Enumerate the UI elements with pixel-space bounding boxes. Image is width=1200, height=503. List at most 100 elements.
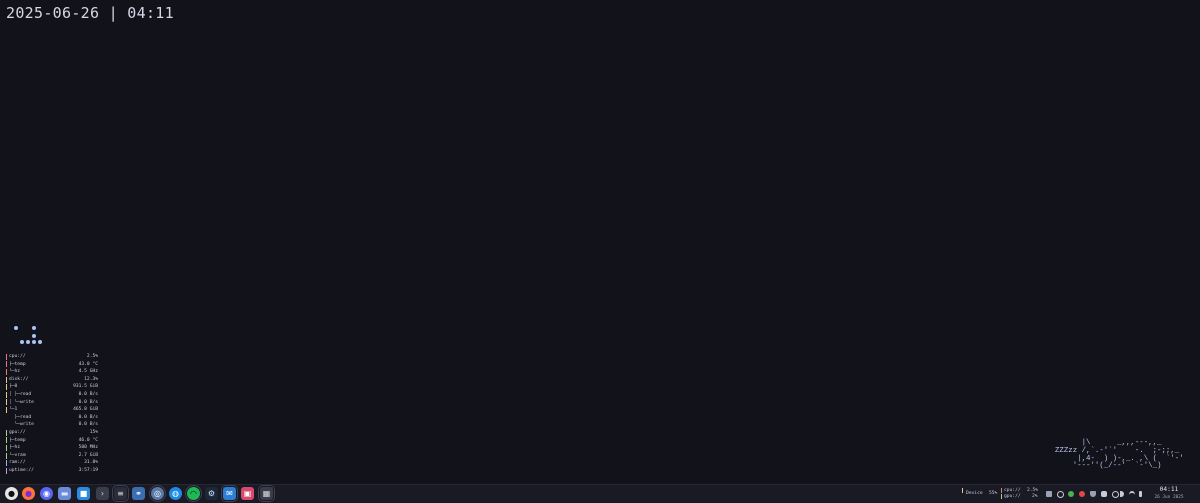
emu-icon[interactable]: ◎: [149, 485, 166, 502]
sysmon-row-bar: [6, 384, 8, 391]
sysmon-row-value: 2.7 GiB: [78, 452, 98, 458]
workspace-indicator: [14, 326, 44, 348]
sysmon-row-bar: [6, 444, 8, 451]
volume-icon[interactable]: [1120, 491, 1124, 497]
color-app-icon[interactable]: [1068, 491, 1074, 497]
system-monitor-widget: cpu:// 2.5% ├─temp 43.0 °C └─hz 4.5 GHz disk:/…: [6, 353, 98, 475]
sysmon-row-value: 0.0 B/s: [78, 422, 98, 428]
sysmon-row-label: │ └─write: [8, 399, 34, 405]
keyboard-icon[interactable]: [1046, 491, 1052, 497]
clock-icon[interactable]: [1057, 491, 1064, 498]
sysmon-row: uptime:// 3:57:19: [6, 467, 98, 475]
sysmon-row-bar: [6, 406, 8, 413]
audio-bar: [962, 488, 964, 493]
sysmon-row: └─1 465.8 GiB: [6, 406, 98, 414]
sysmon-row-bar: [6, 437, 8, 444]
tray-cpu-value: 2.5%: [1027, 488, 1039, 493]
sysmon-row-bar: [6, 422, 7, 428]
cpu-bar: [1001, 488, 1003, 493]
taskbar: ● ● ◉ ▬ ■ › ≡ ⚭ ◎ ◍ ◠ ⚙ ✉ ▣ ▦ Device 55% cpu:// 2.5% g…: [0, 484, 1200, 503]
power-icon[interactable]: [1112, 491, 1119, 498]
tray-time[interactable]: 04:11: [1149, 486, 1189, 493]
sleeping-cat-ascii: |\ _,,,---,,_ ZZZzz /,`.-'`' -. ;-;;,_ |…: [1055, 439, 1184, 471]
sysmon-row-bar: [6, 391, 8, 398]
network-icon[interactable]: ⚭: [132, 487, 145, 500]
sysmon-row-value: 0.0 B/s: [78, 399, 98, 405]
audio-device-label[interactable]: Device: [966, 491, 983, 496]
record-icon[interactable]: [1079, 491, 1085, 497]
sysmon-row: ├─temp 46.0 °C: [6, 437, 98, 445]
sysmon-row-label: cpu://: [8, 354, 26, 359]
spotify-icon[interactable]: ◠: [185, 485, 202, 502]
github-icon[interactable]: ●: [5, 487, 18, 500]
workspace-dot[interactable]: [14, 326, 18, 330]
gpu-bar: [1001, 494, 1003, 499]
sysmon-row-value: 3:57:19: [78, 467, 98, 473]
sysmon-row: ├─hz 500 MHz: [6, 444, 98, 452]
bluetooth-icon[interactable]: [1139, 491, 1142, 497]
wifi-icon[interactable]: [1129, 491, 1135, 499]
sysmon-row: ram:// 31.8%: [6, 459, 98, 467]
media-icon[interactable]: ▣: [241, 487, 254, 500]
terminal-icon[interactable]: ›: [96, 487, 109, 500]
sysmon-row: ├─read 0.0 B/s: [6, 414, 98, 422]
browser-icon[interactable]: ◍: [169, 487, 182, 500]
sysmon-row-label: uptime://: [8, 467, 34, 473]
sysmon-row-bar: [6, 376, 8, 383]
sysmon-row-value: 0.0 B/s: [78, 414, 98, 420]
sysmon-row: │ └─write 0.0 B/s: [6, 399, 98, 407]
sysmon-row: cpu:// 2.5%: [6, 353, 98, 361]
workspace-dot[interactable]: [38, 340, 42, 344]
sysmon-row: └─hz 4.5 GHz: [6, 368, 98, 376]
sysmon-row-label: └─hz: [8, 369, 21, 375]
steam-icon[interactable]: ⚙: [205, 487, 218, 500]
sysmon-row-label: ├─temp: [8, 361, 26, 367]
sysmon-row-value: 12.3%: [84, 376, 98, 382]
sysmon-row-bar: [6, 429, 8, 436]
gamepad-icon[interactable]: [1101, 491, 1107, 497]
sysmon-row-value: 465.8 GiB: [73, 407, 98, 413]
files-icon[interactable]: ▬: [58, 487, 71, 500]
sysmon-row-value: 0.0 B/s: [78, 391, 98, 397]
workspace-dot[interactable]: [26, 340, 30, 344]
sysmon-row: gpu:// 15%: [6, 429, 98, 437]
tray-gpu-label: gpu://: [1004, 494, 1021, 499]
workspace-dot[interactable]: [32, 326, 36, 330]
sysmon-row: └─vram 2.7 GiB: [6, 452, 98, 460]
sysmon-row-value: 931.5 GiB: [73, 384, 98, 390]
sysmon-row-label: ├─temp: [8, 437, 26, 443]
sysmon-row: ├─0 931.5 GiB: [6, 383, 98, 391]
workspace-dot[interactable]: [32, 340, 36, 344]
sysmon-row-label: ├─0: [8, 384, 18, 390]
tray-date[interactable]: 26 Jun 2025: [1149, 495, 1189, 500]
sysmon-row-bar: [6, 399, 8, 406]
tray-gpu-value: 2%: [1032, 494, 1038, 499]
system-monitor-icon[interactable]: ≡: [112, 485, 129, 502]
sysmon-row: │ ├─read 0.0 B/s: [6, 391, 98, 399]
workspace-dot[interactable]: [20, 340, 24, 344]
mail-icon[interactable]: ✉: [221, 485, 238, 502]
firefox-icon[interactable]: ●: [22, 487, 35, 500]
sysmon-row-value: 4.5 GHz: [78, 369, 98, 375]
sysmon-row-label: ├─read: [8, 414, 32, 420]
sysmon-row-bar: [6, 368, 8, 375]
sysmon-row: └─write 0.0 B/s: [6, 421, 98, 429]
sysmon-row-value: 2.5%: [86, 354, 98, 359]
sysmon-row-label: │ ├─read: [8, 391, 32, 397]
sysmon-row: ├─temp 43.0 °C: [6, 361, 98, 369]
sysmon-row-label: └─vram: [8, 452, 26, 458]
discord-icon[interactable]: ◉: [40, 487, 53, 500]
sysmon-row-label: disk://: [8, 376, 29, 382]
workspace-dot[interactable]: [32, 334, 36, 338]
store-icon[interactable]: ■: [77, 487, 90, 500]
sysmon-row-label: gpu://: [8, 429, 26, 435]
sysmon-row-label: ram://: [8, 460, 26, 466]
settings-icon[interactable]: ▦: [258, 485, 275, 502]
sysmon-row-bar: [6, 467, 8, 474]
sysmon-row-bar: [6, 452, 8, 459]
sysmon-row-value: 15%: [89, 429, 98, 435]
sysmon-row-bar: [6, 415, 7, 421]
sysmon-row-bar: [6, 361, 8, 368]
shield-icon[interactable]: [1090, 491, 1096, 497]
audio-volume-value[interactable]: 55%: [989, 491, 997, 496]
